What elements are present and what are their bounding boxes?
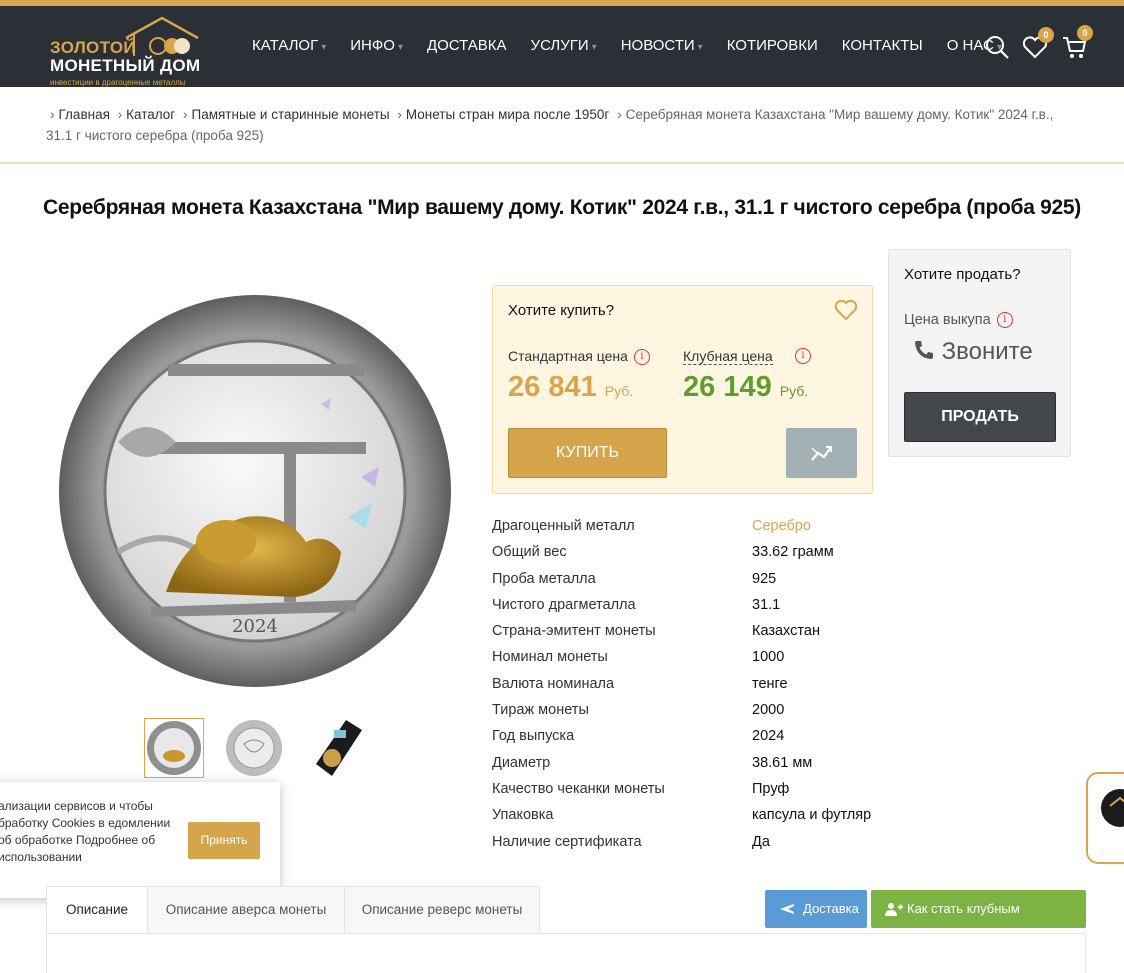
breadcrumb-sep: › — [617, 107, 622, 122]
metal-link[interactable]: Серебро — [752, 518, 811, 534]
add-to-favorites-icon[interactable] — [834, 299, 858, 321]
site-header: ЗОЛОТОЙ МОНЕТНЫЙ ДОМ инвестиции в драгоц… — [0, 6, 1124, 87]
info-icon[interactable]: i — [633, 349, 650, 366]
chevron-down-icon: ▾ — [321, 42, 327, 53]
club-price: 26 149 Руб. — [683, 371, 809, 403]
standard-price-label: Стандартная цена i — [508, 348, 650, 366]
call-us-text[interactable]: Звоните — [913, 338, 1033, 366]
spec-row: Год выпуска 2024 — [492, 728, 785, 745]
logo-text-main: МОНЕТНЫЙ ДОМ — [50, 56, 201, 75]
spec-row: Чистого драгметалла 31.1 — [492, 596, 781, 613]
breadcrumb-sep: › — [50, 107, 55, 122]
coin-year-text: 2024 — [232, 616, 278, 637]
cookie-accept-button[interactable]: Принять — [188, 822, 260, 859]
nav-item-info[interactable]: ИНФО ▾ — [350, 37, 403, 54]
breadcrumb-commemorative[interactable]: Памятные и старинные монеты — [192, 107, 390, 122]
club-client-button[interactable]: Как стать клубным клиентом? — [871, 890, 1086, 954]
spec-row: Упаковка капсула и футляр — [492, 807, 872, 824]
buy-button[interactable]: КУПИТЬ — [508, 428, 667, 478]
spec-row: Тираж монеты 2000 — [492, 702, 785, 719]
sell-panel-title: Хотите продать? — [904, 266, 1021, 283]
spec-row: Драгоценный металл Серебро — [492, 518, 811, 534]
chevron-down-icon: ▾ — [591, 42, 597, 53]
breadcrumb-world-coins[interactable]: Монеты стран мира после 1950г — [406, 107, 609, 122]
users-icon — [885, 903, 903, 916]
breadcrumb-divider — [0, 162, 1124, 164]
chat-avatar-icon — [1101, 789, 1124, 827]
phone-icon — [915, 341, 933, 359]
nav-item-catalog[interactable]: КАТАЛОГ ▾ — [252, 37, 326, 54]
chevron-down-icon: ▾ — [397, 42, 403, 53]
info-icon[interactable]: i — [996, 312, 1013, 329]
breadcrumb-catalog[interactable]: Каталог — [126, 107, 175, 122]
buy-panel-title: Хотите купить? — [508, 302, 615, 319]
product-main-image[interactable]: 2024 — [56, 292, 454, 690]
spec-row: Наличие сертификата Да — [492, 833, 770, 850]
cookie-text: ализации сервисов и чтобы бработку Cooki… — [0, 799, 171, 864]
nav-item-delivery[interactable]: ДОСТАВКА — [427, 37, 507, 54]
tab-reverse-description[interactable]: Описание реверс монеты — [344, 886, 540, 934]
chart-trend-icon — [811, 446, 832, 461]
logo-text-gold: ЗОЛОТОЙ — [50, 38, 136, 57]
tab-obverse-description[interactable]: Описание аверса монеты — [147, 886, 345, 934]
spec-table: Драгоценный металл Серебро Общий вес 33.62… — [492, 516, 892, 858]
sell-panel: Хотите продать? Цена выкупа i Звоните ПРО… — [888, 249, 1071, 457]
spec-row: Валюта номинала тенге — [492, 675, 788, 692]
search-icon[interactable] — [984, 34, 1010, 60]
sell-button[interactable]: ПРОДАТЬ — [904, 392, 1056, 442]
logo-tagline: инвестиции в драгоценные металлы — [50, 78, 186, 87]
site-logo[interactable]: ЗОЛОТОЙ МОНЕТНЫЙ ДОМ инвестиции в драгоц… — [48, 14, 208, 87]
spec-row: Качество чеканки монеты Пруф — [492, 780, 790, 797]
buy-panel: Хотите купить? Стандартная цена i 26 841 … — [492, 285, 873, 494]
main-nav: КАТАЛОГ ▾ ИНФО ▾ ДОСТАВКА УСЛУГИ ▾ НОВОСТИ ▾… — [252, 37, 1026, 54]
favorites-count-badge: 0 — [1038, 27, 1054, 43]
chevron-down-icon: ▾ — [697, 42, 703, 53]
cart-count-badge: 0 — [1077, 25, 1093, 41]
coin-image: 2024 — [59, 295, 451, 687]
info-icon[interactable]: i — [795, 348, 811, 364]
standard-price: 26 841 Руб. — [508, 371, 634, 403]
nav-item-quotes[interactable]: КОТИРОВКИ — [727, 37, 818, 54]
breadcrumb-home[interactable]: Главная — [59, 107, 110, 122]
nav-item-services[interactable]: УСЛУГИ ▾ — [531, 37, 597, 54]
spec-row: Диаметр 38.61 мм — [492, 754, 813, 771]
thumbnail-reverse[interactable] — [144, 718, 204, 778]
tab-description[interactable]: Описание — [46, 886, 148, 934]
thumbnail-obverse[interactable] — [224, 718, 284, 778]
breadcrumb-sep: › — [183, 107, 188, 122]
page-title: Серебряная монета Казахстана "Мир вашему… — [43, 196, 1081, 219]
breadcrumb-sep: › — [117, 107, 123, 122]
cookie-banner: ализации сервисов и чтобы бработку Cooki… — [0, 782, 280, 898]
spec-row: Номинал монеты 1000 — [492, 649, 785, 666]
spec-row: Проба металла 925 — [492, 570, 777, 587]
spec-row: Страна-эмитент монеты Казахстан — [492, 623, 820, 640]
spec-row: Общий вес 33.62 грамм — [492, 544, 834, 561]
buyback-price-label: Цена выкупа i — [904, 312, 1013, 329]
thumbnail-case[interactable] — [304, 718, 364, 778]
delivery-button[interactable]: Доставка — [765, 890, 867, 928]
club-price-label[interactable]: Клубная цена — [683, 348, 773, 365]
plane-icon — [780, 904, 794, 914]
nav-item-news[interactable]: НОВОСТИ ▾ — [621, 37, 703, 54]
price-chart-button[interactable] — [786, 428, 857, 478]
breadcrumb: › Главная › Каталог › Памятные и старинные … — [46, 104, 1076, 146]
breadcrumb-sep: › — [397, 107, 402, 122]
side-chat-widget[interactable] — [1086, 772, 1124, 864]
nav-item-contacts[interactable]: КОНТАКТЫ — [842, 37, 923, 54]
